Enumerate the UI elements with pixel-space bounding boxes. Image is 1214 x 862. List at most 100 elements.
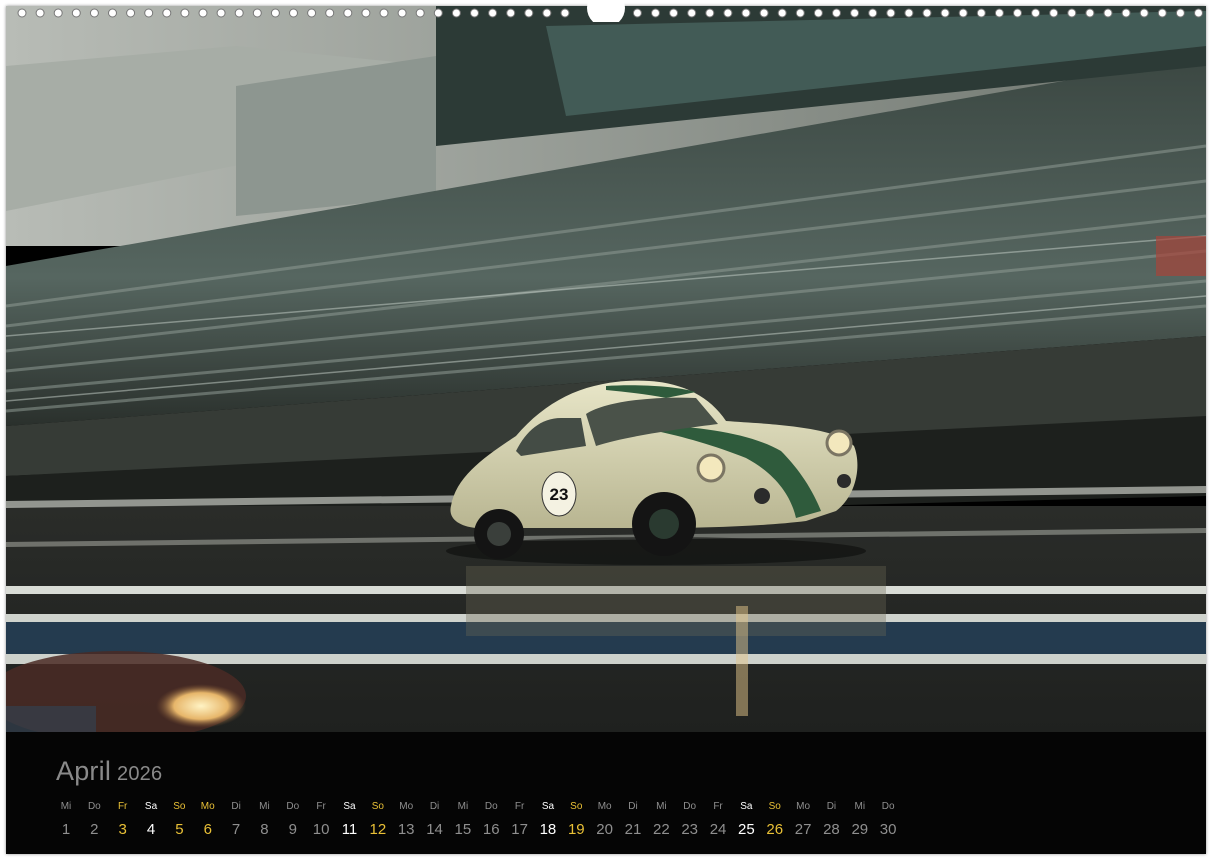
binding-hole (524, 8, 534, 18)
day-number: 17 (511, 821, 528, 838)
binding-hole (651, 8, 660, 18)
weekday-label: Mo (796, 801, 811, 812)
binding-hole (108, 8, 117, 18)
day-number: 14 (426, 821, 443, 838)
weekday-label: Di (231, 801, 241, 812)
binding-hole (307, 8, 317, 18)
day-number: 2 (90, 821, 99, 838)
day-number: 1 (61, 821, 71, 838)
binding-hole (470, 8, 479, 18)
binding-hole (868, 8, 878, 18)
weekday-label: Fr (514, 801, 525, 812)
weekday-label: Mi (259, 801, 270, 812)
day-number: 22 (653, 821, 670, 838)
day-number: 26 (766, 821, 784, 838)
binding-hole (632, 8, 642, 18)
binding-hole (777, 8, 787, 18)
day-number: 8 (260, 821, 269, 838)
weekday-label: Do (484, 801, 498, 812)
binding-hole (1194, 8, 1203, 18)
weekday-label: Do (881, 801, 895, 812)
binding-hole (216, 8, 226, 18)
binding-hole (180, 8, 190, 18)
binding-hole (1157, 8, 1167, 18)
binding-hole (17, 8, 27, 18)
binding-hole (289, 8, 298, 18)
binding-hole (687, 8, 697, 18)
binding-hole (958, 8, 968, 18)
weekday-label: Do (87, 801, 101, 812)
weekday-label: Mi (60, 801, 72, 812)
binding-hole (1121, 8, 1131, 18)
binding-hole (813, 8, 823, 18)
binding-hole (1013, 8, 1022, 18)
weekday-label: Di (826, 801, 837, 812)
month-name: April (56, 756, 112, 786)
binding-hole (1049, 8, 1059, 18)
binding-hole (270, 8, 280, 18)
weekday-label: Mo (597, 801, 612, 812)
weekday-label: Sa (541, 801, 555, 812)
binding-hole (415, 8, 425, 18)
day-number: 19 (567, 821, 585, 838)
binding-hole (1175, 8, 1185, 18)
binding-hole (397, 8, 407, 18)
binding-hole (144, 8, 154, 18)
month-year: 2026 (117, 763, 163, 785)
binding-hole (560, 8, 570, 18)
weekday-label: Sa (343, 801, 356, 812)
binding-hole (361, 8, 371, 18)
weekday-label: So (570, 801, 583, 812)
day-number: 12 (369, 821, 387, 838)
binding-hole (1031, 8, 1041, 18)
day-number: 6 (203, 821, 212, 838)
binding-hole (234, 8, 244, 18)
wire-binding (17, 0, 1203, 22)
weekday-label: Sa (740, 801, 753, 812)
race-car-photo: 23 (6, 6, 1206, 732)
weekday-label: Mo (200, 801, 215, 812)
binding-hole (940, 8, 950, 18)
binding-hole (976, 8, 986, 18)
weekday-label: Fr (316, 801, 326, 812)
day-number: 13 (397, 821, 415, 838)
day-number: 11 (341, 821, 358, 838)
binding-hole (325, 8, 335, 18)
day-number: 28 (823, 821, 840, 838)
weekday-label: So (173, 801, 186, 812)
month-calendar: April 2026 Mi 1 Do 2 Fr 3 Sa 4 So 5 Mo 6 Di 7 Mi 8 Do 9 Fr 1… (6, 732, 1206, 854)
day-number: 25 (738, 821, 755, 838)
binding-hole (506, 8, 516, 18)
day-number: 27 (794, 821, 812, 838)
weekday-label: Di (628, 801, 638, 812)
binding-hole (542, 8, 552, 18)
binding-hole (162, 8, 172, 18)
weekday-label: Di (429, 801, 440, 812)
weekday-label: Do (286, 801, 300, 812)
weekday-label: So (371, 801, 384, 812)
binding-hole (343, 8, 353, 18)
binding-hole (35, 8, 45, 18)
binding-hole (126, 8, 136, 18)
day-number: 21 (624, 821, 642, 838)
weekday-label: Sa (144, 801, 158, 812)
binding-hole (252, 8, 262, 18)
binding-hole (1067, 8, 1077, 18)
day-number: 18 (539, 821, 557, 838)
day-number: 15 (454, 821, 472, 838)
weekday-label: Do (683, 801, 697, 812)
binding-hole (89, 8, 99, 18)
binding-hole (723, 8, 733, 18)
day-number: 9 (288, 821, 297, 838)
binding-hole (1103, 8, 1113, 18)
weekday-label: Fr (713, 801, 723, 812)
day-number: 7 (231, 821, 241, 838)
day-number: 23 (681, 821, 699, 838)
day-number: 29 (851, 821, 869, 838)
binding-hole (904, 8, 914, 18)
month-title: April 2026 (56, 756, 162, 787)
binding-hole (994, 8, 1004, 18)
day-number: 20 (596, 821, 613, 838)
binding-hole (759, 8, 769, 18)
day-number: 5 (175, 821, 184, 838)
